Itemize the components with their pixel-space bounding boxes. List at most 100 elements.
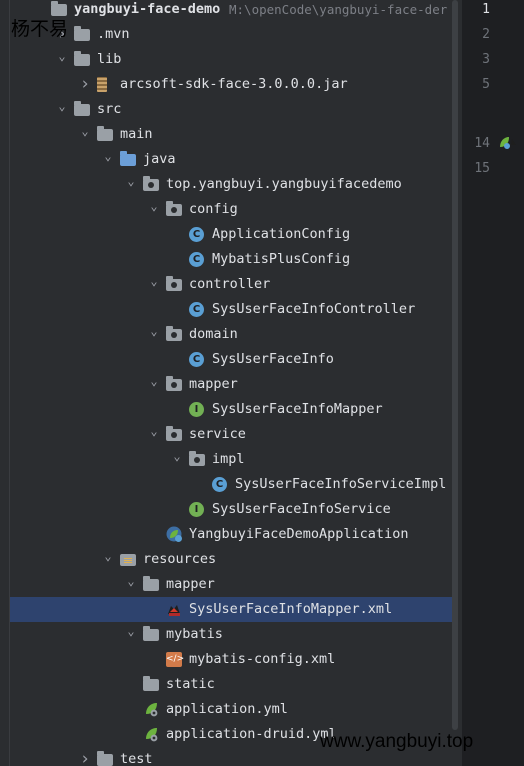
- chevron-down-icon[interactable]: ⌄: [55, 47, 69, 72]
- tree-row[interactable]: ⌄ config: [9, 197, 452, 222]
- tree-row[interactable]: C ApplicationConfig: [9, 222, 452, 247]
- package-icon: [166, 201, 182, 216]
- interface-icon: I: [189, 502, 204, 517]
- tree-row[interactable]: ⌄ resources: [9, 547, 452, 572]
- package-icon: [143, 176, 159, 191]
- tree-item-label: SysUserFaceInfoServiceImpl: [235, 476, 447, 492]
- spring-config-icon: [146, 728, 158, 742]
- tree-item-label: YangbuyiFaceDemoApplication: [189, 526, 409, 542]
- tree-row[interactable]: C SysUserFaceInfo: [9, 347, 452, 372]
- tree-row[interactable]: ⌄ main: [9, 122, 452, 147]
- line-number: 14: [474, 136, 490, 151]
- chevron-down-icon[interactable]: ⌄: [147, 272, 161, 297]
- mybatis-icon: [168, 605, 180, 616]
- chevron-down-icon[interactable]: ⌄: [101, 147, 115, 172]
- chevron-down-icon[interactable]: ⌄: [147, 372, 161, 397]
- tree-row[interactable]: › arcsoft-sdk-face-3.0.0.0.jar: [9, 72, 452, 97]
- tree-scrollbar[interactable]: [452, 0, 458, 730]
- folder-icon: [74, 101, 90, 116]
- tree-row[interactable]: ⌄ service: [9, 422, 452, 447]
- tree-item-label: arcsoft-sdk-face-3.0.0.0.jar: [120, 76, 348, 92]
- tree-item-label: lib: [97, 51, 122, 67]
- site-watermark: www.yangbuyi.top: [320, 731, 474, 752]
- tree-item-label: java: [143, 151, 176, 167]
- tree-row[interactable]: ⌄ mapper: [9, 572, 452, 597]
- tree-item-label: ApplicationConfig: [212, 226, 351, 242]
- tree-item-label: impl: [212, 451, 245, 467]
- chevron-down-icon[interactable]: ⌄: [147, 197, 161, 222]
- editor-gutter: 1 2 3 5 14 15: [463, 0, 524, 766]
- line-number: 5: [482, 77, 490, 92]
- chevron-down-icon[interactable]: ⌄: [147, 422, 161, 447]
- tree-row[interactable]: C SysUserFaceInfoController: [9, 297, 452, 322]
- package-icon: [189, 451, 205, 466]
- folder-icon: [143, 676, 159, 691]
- chevron-right-icon[interactable]: ›: [78, 747, 92, 766]
- tree-row[interactable]: › .mvn: [9, 22, 452, 47]
- chevron-down-icon[interactable]: ⌄: [147, 322, 161, 347]
- package-icon: [166, 276, 182, 291]
- tree-item-label: mapper: [166, 576, 215, 592]
- chevron-right-icon[interactable]: ›: [78, 72, 92, 97]
- package-icon: [166, 426, 182, 441]
- resources-folder-icon: [120, 554, 136, 566]
- class-icon: C: [189, 352, 204, 367]
- chevron-down-icon[interactable]: ⌄: [124, 172, 138, 197]
- tree-row[interactable]: </> mybatis-config.xml: [9, 647, 452, 672]
- tree-item-label: controller: [189, 276, 271, 292]
- line-number: 1: [482, 2, 490, 17]
- tree-row[interactable]: SysUserFaceInfoMapper.xml: [9, 597, 452, 622]
- chevron-down-icon[interactable]: ⌄: [101, 547, 115, 572]
- tree-row[interactable]: I SysUserFaceInfoService: [9, 497, 452, 522]
- gutter-spring-marker-icon[interactable]: [498, 135, 518, 151]
- chevron-down-icon[interactable]: ⌄: [124, 572, 138, 597]
- tree-item-label: test: [120, 751, 153, 766]
- project-tree-panel[interactable]: yangbuyi-face-demo M:\openCode\yangbuyi-f…: [0, 0, 458, 766]
- tree-row[interactable]: ⌄ domain: [9, 322, 452, 347]
- tree-item-label: .mvn: [97, 26, 130, 42]
- tree-item-label: static: [166, 676, 215, 692]
- folder-icon: [143, 576, 159, 591]
- tree-row[interactable]: static: [9, 672, 452, 697]
- tool-window-strip: [0, 0, 10, 766]
- tree-item-label: SysUserFaceInfoMapper: [212, 401, 383, 417]
- tree-row[interactable]: ⌄ java: [9, 147, 452, 172]
- tree-row[interactable]: application.yml: [9, 697, 452, 722]
- interface-icon: I: [189, 402, 204, 417]
- class-icon: C: [189, 302, 204, 317]
- tree-item-label: config: [189, 201, 238, 217]
- author-watermark: 杨不易: [11, 18, 69, 40]
- tree-item-label: SysUserFaceInfoMapper.xml: [189, 601, 393, 617]
- chevron-down-icon[interactable]: ⌄: [78, 122, 92, 147]
- chevron-down-icon[interactable]: ⌄: [124, 622, 138, 647]
- tree-row[interactable]: I SysUserFaceInfoMapper: [9, 397, 452, 422]
- tree-item-label: SysUserFaceInfoService: [212, 501, 391, 517]
- package-icon: [166, 326, 182, 341]
- tree-item-label: main: [120, 126, 153, 142]
- folder-icon: [74, 51, 90, 66]
- tree-row[interactable]: ⌄ src: [9, 97, 452, 122]
- tree-item-label: application-druid.yml: [166, 726, 337, 742]
- tree-row[interactable]: C MybatisPlusConfig: [9, 247, 452, 272]
- tree-row[interactable]: ⌄ mybatis: [9, 622, 452, 647]
- chevron-down-icon[interactable]: ⌄: [170, 447, 184, 472]
- tree-item-label: mapper: [189, 376, 238, 392]
- tree-row[interactable]: ⌄ lib: [9, 47, 452, 72]
- tree-row[interactable]: YangbuyiFaceDemoApplication: [9, 522, 452, 547]
- tree-row[interactable]: ⌄ mapper: [9, 372, 452, 397]
- chevron-down-icon[interactable]: ⌄: [55, 97, 69, 122]
- tree-item-label: src: [97, 101, 122, 117]
- line-number: 3: [482, 52, 490, 67]
- tree-row[interactable]: yangbuyi-face-demo M:\openCode\yangbuyi-f…: [9, 0, 452, 22]
- class-icon: C: [189, 252, 204, 267]
- class-icon: C: [189, 227, 204, 242]
- tree-item-label: mybatis: [166, 626, 223, 642]
- tree-row[interactable]: ⌄ top.yangbuyi.yangbuyifacedemo: [9, 172, 452, 197]
- xml-file-icon: </>: [166, 652, 184, 667]
- package-icon: [166, 376, 182, 391]
- tree-row[interactable]: ⌄ impl: [9, 447, 452, 472]
- tree-item-label: application.yml: [166, 701, 288, 717]
- tree-row[interactable]: ⌄ controller: [9, 272, 452, 297]
- spring-config-icon: [146, 703, 158, 717]
- tree-row[interactable]: C SysUserFaceInfoServiceImpl: [9, 472, 452, 497]
